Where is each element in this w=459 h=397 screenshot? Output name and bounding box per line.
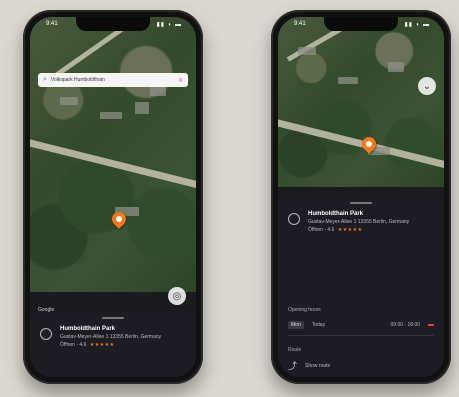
building [150,87,166,96]
status-icons: ▮▮ ◗ ▬ [156,22,182,28]
left-phone: 9:41 ▮▮ ◗ ▬ ⌕ Volkspark Humboldthain ✕ ◎… [23,10,203,384]
search-icon: ⌕ [43,76,47,83]
building [388,62,404,72]
divider [288,335,434,336]
hours-row[interactable]: Mon Today 09:00 - 18:00 [288,321,434,329]
place-sheet[interactable]: o Humboldthain Park Gustav-Meyer-Allee 1… [30,314,196,377]
status-time: 9:41 [46,21,58,27]
place-row: o Humboldthain Park Gustav-Meyer-Allee 1… [40,326,186,349]
place-info: Humboldthain Park Gustav-Meyer-Allee 1 1… [308,211,434,234]
place-name: Humboldthain Park [60,326,116,332]
place-sheet[interactable]: o Humboldthain Park Gustav-Meyer-Allee 1… [278,199,444,377]
map-view[interactable] [30,17,196,292]
place-name: Humboldthain Park [308,211,364,217]
rating-text: Öffnen · 4.6 [308,227,335,233]
route-label: Route [288,347,302,353]
hours-chip: Mon [288,321,304,329]
place-icon: o [288,213,300,225]
building [135,102,149,114]
place-rating: Öffnen · 4.6 ★★★★★ [60,342,186,349]
rating-stars: ★★★★★ [89,342,115,348]
building [60,97,78,105]
notch [324,17,398,31]
route-icon: ⤴ [288,361,298,371]
left-screen: 9:41 ▮▮ ◗ ▬ ⌕ Volkspark Humboldthain ✕ ◎… [30,17,196,377]
place-row: o Humboldthain Park Gustav-Meyer-Allee 1… [288,211,434,234]
route-row[interactable]: ⤴ Show route [288,359,330,372]
status-time: 9:41 [294,21,306,27]
road [30,137,196,193]
locate-icon[interactable]: ◎ [168,287,186,305]
place-address: Gustav-Meyer-Allee 1 13355 Berlin, Germa… [308,218,410,225]
map-view[interactable] [278,17,444,187]
sheet-handle[interactable] [102,317,124,319]
building [100,112,122,119]
hours-day: Today [311,322,326,328]
opening-hours-label: Opening hours [288,307,321,313]
search-bar[interactable]: ⌕ Volkspark Humboldthain ✕ [38,73,188,87]
place-info: Humboldthain Park Gustav-Meyer-Allee 1 1… [60,326,186,349]
status-icons: ▮▮ ◗ ▬ [404,22,430,28]
search-input[interactable]: Volkspark Humboldthain [51,77,178,83]
notch [76,17,150,31]
closed-indicator-icon [428,324,434,326]
right-screen: 9:41 ▮▮ ◗ ▬ ⌄ o Humboldthain Park Gustav… [278,17,444,377]
rating-stars: ★★★★★ [337,227,363,233]
place-rating: Öffnen · 4.6 ★★★★★ [308,227,434,234]
place-address: Gustav-Meyer-Allee 1 13355 Berlin, Germa… [60,333,162,340]
building [338,77,358,84]
chevron-icon[interactable]: ⌄ [418,77,436,95]
rating-text: Öffnen · 4.6 [60,342,87,348]
google-logo: Google [38,307,55,313]
place-icon: o [40,328,52,340]
close-icon[interactable]: ✕ [178,77,183,84]
right-phone: 9:41 ▮▮ ◗ ▬ ⌄ o Humboldthain Park Gustav… [271,10,451,384]
building [298,47,316,55]
route-text: Show route [305,362,331,369]
sheet-handle[interactable] [350,202,372,204]
hours-time: 09:00 - 18:00 [390,322,420,328]
